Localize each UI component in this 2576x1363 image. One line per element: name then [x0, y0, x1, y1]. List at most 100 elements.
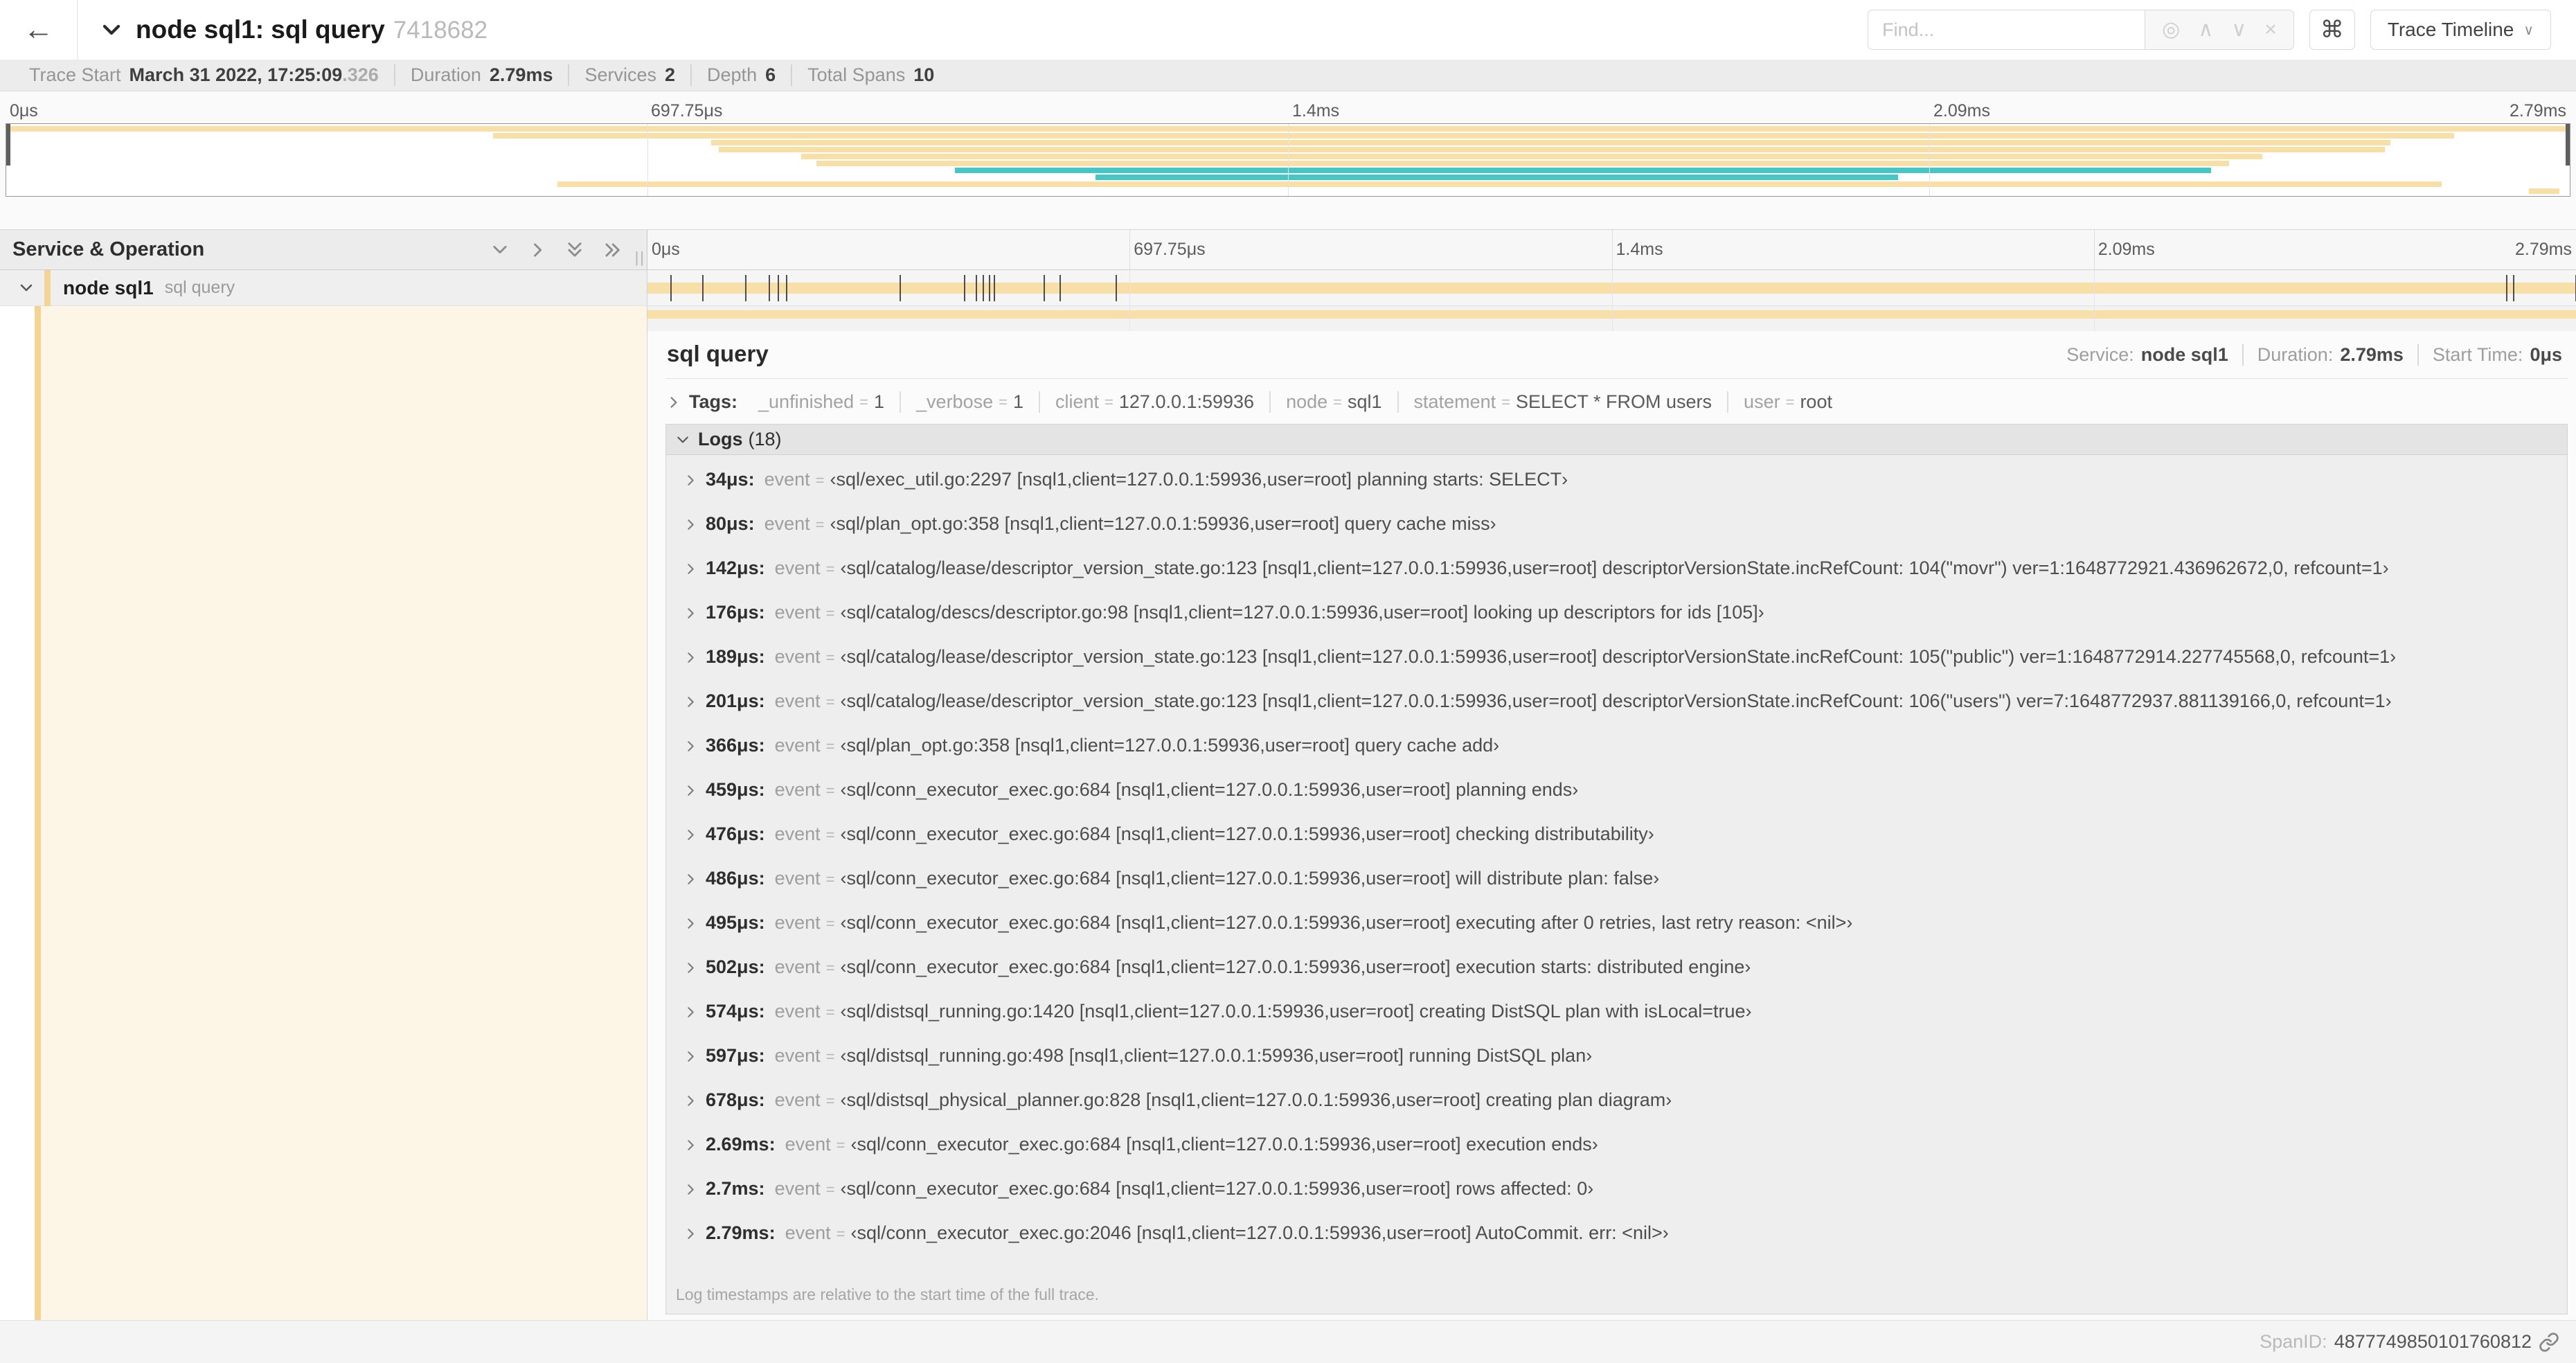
axis-tick-label: 697.75μs	[1134, 240, 1206, 259]
span-id-label: SpanID:	[2260, 1331, 2327, 1352]
minimap-axis: 0μs 697.75μs 1.4ms 2.09ms 2.79ms	[6, 98, 2570, 123]
minimap-canvas[interactable]	[6, 123, 2570, 197]
tag-item[interactable]: client = 127.0.0.1:59936	[1039, 391, 1269, 413]
logs-header[interactable]: Logs (18)	[666, 425, 2567, 455]
minimap-right-handle[interactable]	[2566, 124, 2570, 166]
log-row[interactable]: 176μs: event = ‹sql/catalog/descs/descripto…	[684, 602, 2567, 646]
log-tick	[670, 274, 672, 301]
log-row[interactable]: 2.69ms: event = ‹sql/conn_executor_exec.go:…	[684, 1134, 2567, 1178]
detail-left-column	[0, 306, 647, 1320]
timeline-axis: 0μs 697.75μs 1.4ms 2.09ms 2.79ms	[647, 230, 2576, 269]
trace-id: 7418682	[393, 17, 488, 44]
expand-all-icon[interactable]	[602, 240, 622, 260]
axis-tick-label: 2.79ms	[2515, 240, 2572, 259]
log-row[interactable]: 366μs: event = ‹sql/plan_opt.go:358 [nsql1,…	[684, 735, 2567, 779]
log-row[interactable]: 597μs: event = ‹sql/distsql_running.go:498 …	[684, 1045, 2567, 1089]
minimap-span-bar	[1095, 175, 1899, 180]
log-row[interactable]: 2.7ms: event = ‹sql/conn_executor_exec.go:6…	[684, 1178, 2567, 1222]
start-time-value: 0μs	[2530, 344, 2562, 365]
close-icon[interactable]: ×	[2264, 19, 2277, 40]
trace-view-dropdown[interactable]: Trace Timeline ∨	[2370, 10, 2551, 50]
tags-label: Tags:	[689, 391, 738, 412]
minimap-left-handle[interactable]	[6, 124, 10, 166]
back-button[interactable]: ←	[0, 0, 78, 60]
trace-title-area: node sql1: sql query 7418682	[78, 15, 1868, 44]
log-row[interactable]: 189μs: event = ‹sql/catalog/lease/descripto…	[684, 646, 2567, 691]
log-row[interactable]: 2.79ms: event = ‹sql/conn_executor_exec.go:…	[684, 1222, 2567, 1267]
expand-one-icon[interactable]	[528, 240, 547, 260]
detail-header: sql query Service: node sql1 Duration: 2.7…	[665, 331, 2568, 379]
detail-left-gutter	[0, 306, 35, 1320]
log-row[interactable]: 142μs: event = ‹sql/catalog/lease/descripto…	[684, 558, 2567, 602]
log-tick	[1043, 274, 1045, 301]
axis-tick-label: 1.4ms	[1616, 240, 1663, 259]
log-row[interactable]: 574μs: event = ‹sql/distsql_running.go:1420…	[684, 1001, 2567, 1045]
bottom-bar: SpanID: 4877749850101760812	[0, 1320, 2576, 1363]
service-value: node sql1	[2140, 344, 2228, 365]
span-row-track[interactable]	[647, 270, 2576, 305]
chevron-up-icon[interactable]: ∧	[2198, 19, 2213, 40]
detail-panel: sql query Service: node sql1 Duration: 2.7…	[647, 306, 2576, 1320]
chevron-right-icon	[688, 741, 694, 751]
service-operation-label: Service & Operation	[12, 238, 205, 260]
tag-item[interactable]: _unfinished = 1	[743, 391, 900, 413]
find-input[interactable]	[1868, 10, 2145, 50]
logs-label: Logs	[698, 429, 743, 449]
top-actions: ◎ ∧ ∨ × ⌘ Trace Timeline ∨	[1868, 10, 2576, 50]
log-tick	[983, 274, 985, 301]
log-tick	[1059, 274, 1061, 301]
tags-list: _unfinished = 1 _verbose = 1 client = 127.0.0.1:…	[743, 391, 1848, 413]
log-row[interactable]: 495μs: event = ‹sql/conn_executor_exec.go:6…	[684, 912, 2567, 956]
collapse-one-icon[interactable]	[490, 240, 510, 260]
grid-line	[2093, 270, 2095, 305]
log-row[interactable]: 486μs: event = ‹sql/conn_executor_exec.go:6…	[684, 868, 2567, 912]
chevron-down-icon[interactable]	[18, 280, 35, 296]
column-resizer[interactable]: ||	[635, 249, 645, 267]
grid-line	[1929, 124, 1930, 196]
link-icon[interactable]	[2539, 1332, 2559, 1353]
summary-item: Total Spans 10	[791, 64, 949, 86]
chevron-down-icon: ∨	[2523, 22, 2534, 38]
log-tick	[768, 274, 770, 301]
tag-item[interactable]: statement = SELECT * FROM users	[1397, 391, 1728, 413]
log-row[interactable]: 201μs: event = ‹sql/catalog/lease/descripto…	[684, 691, 2567, 735]
timeline-columns-header: Service & Operation || 0μs 697.75μs 1.4ms 2…	[0, 230, 2576, 270]
tag-item[interactable]: node = sql1	[1269, 391, 1397, 413]
grid-line	[1129, 270, 1131, 305]
operation-name: sql query	[164, 278, 235, 297]
grid-line	[2093, 230, 2095, 269]
collapse-all-icon[interactable]	[565, 240, 584, 260]
chevron-down-icon[interactable]: ∨	[2231, 19, 2246, 40]
summary-item: Trace Start March 31 2022, 17:25:09.326	[29, 64, 379, 85]
span-row[interactable]: node sql1 sql query	[0, 269, 2576, 306]
log-row[interactable]: 80μs: event = ‹sql/plan_opt.go:358 [nsql1,c…	[684, 513, 2567, 558]
log-tick	[976, 274, 978, 301]
service-name: node sql1	[63, 276, 154, 299]
grid-line	[1611, 306, 1613, 331]
log-row[interactable]: 459μs: event = ‹sql/conn_executor_exec.go:6…	[684, 779, 2567, 823]
log-row[interactable]: 34μs: event = ‹sql/exec_util.go:2297 [nsql1…	[684, 469, 2567, 513]
log-row[interactable]: 678μs: event = ‹sql/distsql_physical_planne…	[684, 1089, 2567, 1134]
log-rows: 34μs: event = ‹sql/exec_util.go:2297 [nsql1…	[666, 455, 2567, 1280]
axis-tick-label: 0μs	[652, 240, 680, 259]
crosshair-icon[interactable]: ◎	[2162, 19, 2180, 40]
chevron-right-icon	[688, 519, 694, 530]
grid-line	[647, 124, 648, 196]
log-row[interactable]: 502μs: event = ‹sql/conn_executor_exec.go:6…	[684, 956, 2567, 1001]
chevron-right-icon	[688, 652, 694, 663]
log-tick	[785, 274, 787, 301]
jaeger-trace-page: ← node sql1: sql query7418682 ◎ ∧ ∨ × ⌘	[0, 0, 2576, 1363]
service-color-stripe	[35, 306, 41, 1320]
keyboard-shortcuts-button[interactable]: ⌘	[2309, 10, 2355, 50]
log-tick	[777, 274, 779, 301]
grid-line	[1129, 230, 1131, 269]
collapse-trace-icon[interactable]	[101, 19, 122, 40]
chevron-right-icon	[688, 874, 694, 884]
axis-tick-label: 697.75μs	[651, 101, 723, 121]
tag-item[interactable]: user = root	[1727, 391, 1848, 413]
log-tick	[994, 274, 996, 301]
log-tick	[701, 274, 704, 301]
log-row[interactable]: 476μs: event = ‹sql/conn_executor_exec.go:6…	[684, 823, 2567, 868]
tag-item[interactable]: _verbose = 1	[900, 391, 1039, 413]
tags-row[interactable]: Tags: _unfinished = 1 _verbose = 1 client = 127.…	[665, 379, 2568, 424]
